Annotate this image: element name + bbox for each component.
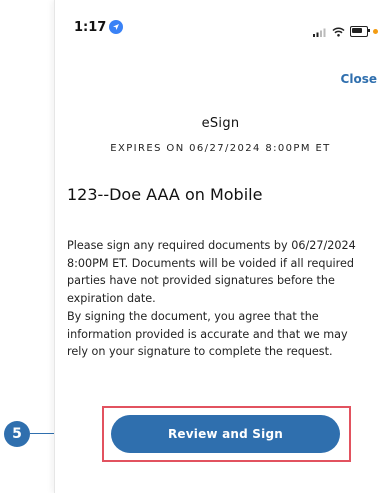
page-title: eSign (201, 116, 240, 131)
wifi-icon (332, 22, 345, 41)
location-icon (109, 20, 123, 34)
expiration-text: EXPIRES ON 06/27/2024 8:00PM ET (110, 143, 331, 154)
orange-dot-icon (373, 29, 378, 34)
status-icons (313, 22, 378, 41)
instructions-paragraph: By signing the document, you agree that … (67, 309, 348, 359)
instructions-text: Please sign any required documents by 06… (67, 237, 367, 361)
step-number-badge: 5 (4, 421, 30, 447)
status-time: 1:17 (74, 20, 107, 35)
instructions-paragraph: Please sign any required documents by 06… (67, 239, 356, 306)
review-and-sign-button[interactable]: Review and Sign (111, 415, 340, 453)
close-button[interactable]: Close (341, 72, 377, 86)
status-bar: 1:17 (55, 0, 385, 48)
document-name: 123--Doe AAA on Mobile (67, 185, 263, 204)
battery-icon (350, 26, 370, 37)
page: 5 1:17 Close eSign EXPIRES ON 06/27/2024… (0, 0, 385, 493)
signal-icon (313, 22, 327, 41)
phone-screen: 1:17 Close eSign EXPIRES ON 06/27/2024 8… (54, 0, 385, 493)
